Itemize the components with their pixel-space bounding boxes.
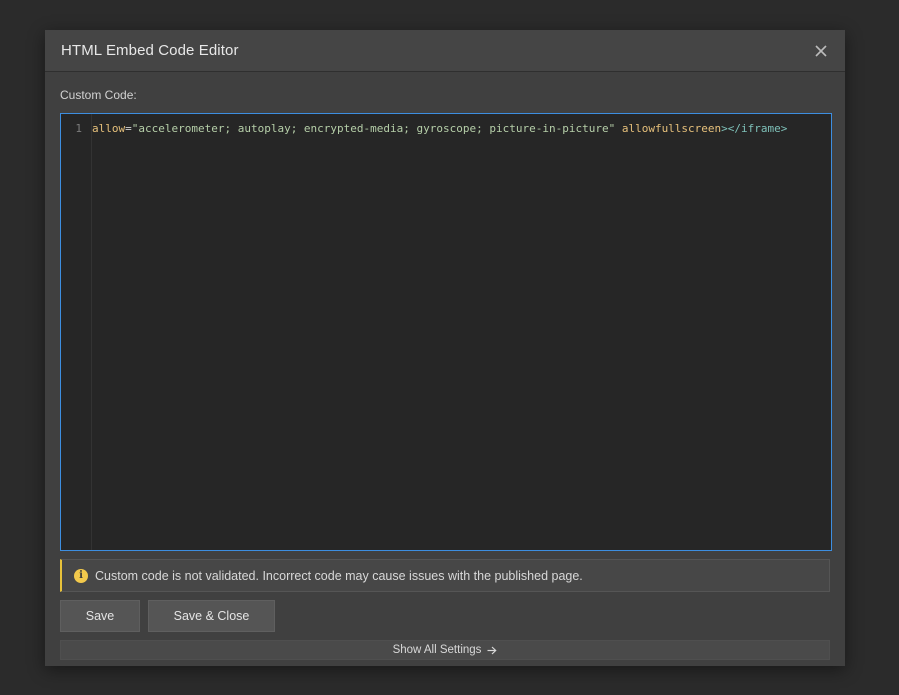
validation-warning: i Custom code is not validated. Incorrec… <box>60 559 830 592</box>
dialog-title: HTML Embed Code Editor <box>61 42 239 59</box>
code-token-attribute: allow <box>92 122 126 135</box>
code-line[interactable]: allow="accelerometer; autoplay; encrypte… <box>92 122 787 135</box>
code-token-string: "accelerometer; autoplay; encrypted-medi… <box>131 122 616 135</box>
custom-code-label: Custom Code: <box>60 88 137 102</box>
code-token-operator: = <box>125 122 132 135</box>
save-button[interactable]: Save <box>60 600 140 632</box>
dialog-header: HTML Embed Code Editor <box>45 30 845 72</box>
line-number: 1 <box>75 122 82 135</box>
code-editor[interactable]: 1 allow="accelerometer; autoplay; encryp… <box>60 113 832 551</box>
code-token-tag: ></iframe> <box>721 122 788 135</box>
warning-text: Custom code is not validated. Incorrect … <box>95 568 583 583</box>
info-icon: i <box>74 568 88 583</box>
show-all-settings-label: Show All Settings <box>392 644 482 656</box>
arrow-right-icon <box>487 646 497 655</box>
close-button[interactable] <box>813 43 829 59</box>
embed-code-dialog: HTML Embed Code Editor Custom Code: 1 al… <box>45 30 845 666</box>
dialog-body: Custom Code: 1 allow="accelerometer; aut… <box>45 72 845 660</box>
line-number-gutter: 1 <box>61 114 92 550</box>
action-buttons: Save Save & Close <box>60 600 830 632</box>
save-and-close-button[interactable]: Save & Close <box>148 600 275 632</box>
show-all-settings-button[interactable]: Show All Settings <box>60 640 830 660</box>
close-icon <box>815 44 827 57</box>
code-token-attribute: allowfullscreen <box>621 122 722 135</box>
